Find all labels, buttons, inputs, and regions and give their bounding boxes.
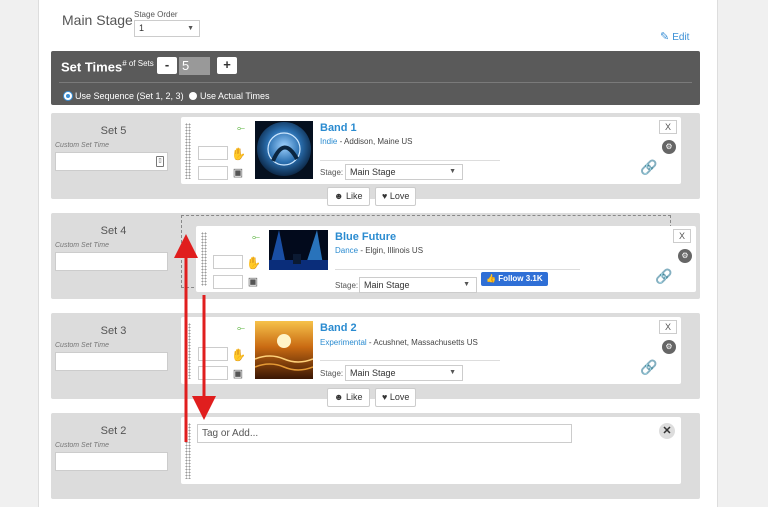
slot-input[interactable]: [198, 166, 228, 180]
stage-title: Main Stage: [62, 12, 133, 28]
band-card-2[interactable]: ✋ ▣ ⟜ Band 2 Experimental - Acushnet, Ma…: [181, 317, 681, 384]
divider: [320, 360, 500, 361]
radio-checked-icon: [64, 92, 72, 100]
chevron-down-icon: ▼: [449, 168, 456, 175]
drag-handle-icon[interactable]: [185, 123, 191, 179]
bus-icon[interactable]: ▣: [232, 368, 244, 380]
leaf-icon: ⟜: [237, 123, 245, 134]
hand-icon[interactable]: ✋: [231, 348, 246, 362]
love-button[interactable]: ♥ Love: [375, 187, 417, 206]
chevron-down-icon: ▼: [187, 25, 194, 32]
remove-band-button[interactable]: X: [659, 120, 677, 134]
custom-set-time-label: Custom Set Time: [55, 142, 110, 149]
band-card-dragging[interactable]: ✋ ▣ ⟜ Blue Future Dance - Elgin, Illinoi…: [196, 226, 696, 293]
smile-icon: ☻: [334, 191, 344, 201]
band-card-1[interactable]: ✋ ▣ ⟜ Band 1 Indie - Addison, Maine US S…: [181, 117, 681, 184]
custom-set-time-label: Custom Set Time: [55, 242, 110, 249]
leaf-icon: ⟜: [237, 323, 245, 334]
slot-input[interactable]: [213, 255, 243, 269]
decrease-sets-button[interactable]: -: [157, 57, 177, 74]
tag-or-add-input[interactable]: Tag or Add...: [197, 424, 572, 443]
remove-band-button[interactable]: X: [673, 229, 691, 243]
calendar-icon: ▯: [156, 156, 164, 167]
stage-select[interactable]: Main Stage ▼: [345, 164, 463, 180]
slot-input[interactable]: [198, 347, 228, 361]
stage-order-value: 1: [139, 23, 145, 33]
custom-set-time-label: Custom Set Time: [55, 442, 110, 449]
chevron-down-icon: ▼: [463, 281, 470, 288]
drag-handle-icon[interactable]: [201, 232, 207, 286]
link-icon[interactable]: 🔗: [640, 359, 657, 376]
custom-set-time-input[interactable]: [55, 252, 168, 271]
band-genre-location: Indie - Addison, Maine US: [320, 137, 413, 146]
stage-select[interactable]: Main Stage ▼: [359, 277, 477, 293]
band-thumbnail[interactable]: [255, 121, 313, 179]
custom-set-time-label: Custom Set Time: [55, 342, 110, 349]
gear-icon[interactable]: ⚙: [678, 249, 692, 263]
stage-order-select[interactable]: 1 ▼: [134, 20, 200, 37]
leaf-icon: ⟜: [252, 232, 260, 243]
heart-icon: ♥: [382, 392, 388, 402]
radio-use-sequence[interactable]: Use Sequence (Set 1, 2, 3): [64, 91, 184, 101]
hand-icon[interactable]: ✋: [231, 147, 246, 161]
divider: [320, 160, 500, 161]
edit-label: Edit: [672, 32, 690, 43]
set-name: Set 3: [100, 325, 127, 337]
custom-set-time-input[interactable]: ▯: [55, 152, 168, 171]
empty-set-card: Tag or Add... ✕: [181, 417, 681, 484]
link-icon[interactable]: 🔗: [655, 268, 672, 285]
set-name: Set 4: [100, 225, 127, 237]
divider: [59, 82, 692, 83]
close-icon[interactable]: ✕: [659, 423, 675, 439]
edit-link[interactable]: ✎ Edit: [660, 30, 689, 43]
love-button[interactable]: ♥ Love: [375, 388, 417, 407]
stage-label: Stage:: [320, 168, 344, 177]
facebook-follow-button[interactable]: 👍 Follow 3.1K: [481, 272, 548, 286]
radio-use-actual-times[interactable]: Use Actual Times: [189, 91, 270, 101]
band-name[interactable]: Band 1: [320, 122, 357, 134]
set-times-title: Set Times# of Sets: [61, 59, 154, 75]
gear-icon[interactable]: ⚙: [662, 140, 676, 154]
remove-band-button[interactable]: X: [659, 320, 677, 334]
stage-label: Stage:: [320, 369, 344, 378]
bus-icon[interactable]: ▣: [232, 167, 244, 179]
drag-handle-icon[interactable]: [185, 423, 191, 479]
smile-icon: ☻: [334, 392, 344, 402]
increase-sets-button[interactable]: +: [217, 57, 237, 74]
gear-icon[interactable]: ⚙: [662, 340, 676, 354]
set-name: Set 5: [100, 125, 127, 137]
band-thumbnail[interactable]: [269, 230, 328, 270]
band-thumbnail[interactable]: [255, 321, 313, 379]
set-name: Set 2: [100, 425, 127, 437]
like-button[interactable]: ☻ Like: [327, 187, 370, 206]
chevron-down-icon: ▼: [449, 369, 456, 376]
like-button[interactable]: ☻ Like: [327, 388, 370, 407]
pencil-icon: ✎: [660, 31, 670, 43]
heart-icon: ♥: [382, 191, 388, 201]
divider: [335, 269, 580, 270]
slot-input[interactable]: [198, 366, 228, 380]
num-sets-input[interactable]: 5: [179, 57, 210, 75]
num-sets-label: # of Sets: [122, 59, 154, 68]
link-icon[interactable]: 🔗: [640, 159, 657, 176]
custom-set-time-input[interactable]: [55, 452, 168, 471]
slot-input[interactable]: [198, 146, 228, 160]
set-times-bar: Set Times# of Sets - 5 + Use Sequence (S…: [51, 51, 700, 105]
stage-order-label: Stage Order: [134, 10, 178, 19]
band-name[interactable]: Blue Future: [335, 231, 396, 243]
stage-label: Stage:: [335, 281, 359, 290]
custom-set-time-input[interactable]: [55, 352, 168, 371]
radio-unchecked-icon: [189, 92, 197, 100]
stage-select[interactable]: Main Stage ▼: [345, 365, 463, 381]
hand-icon[interactable]: ✋: [246, 256, 261, 270]
drag-handle-icon[interactable]: [185, 323, 191, 379]
thumbs-up-icon: 👍: [486, 274, 496, 283]
band-genre-location: Dance - Elgin, Illinois US: [335, 246, 424, 255]
slot-input[interactable]: [213, 275, 243, 289]
band-name[interactable]: Band 2: [320, 322, 357, 334]
bus-icon[interactable]: ▣: [247, 276, 259, 288]
band-genre-location: Experimental - Acushnet, Massachusetts U…: [320, 338, 478, 347]
